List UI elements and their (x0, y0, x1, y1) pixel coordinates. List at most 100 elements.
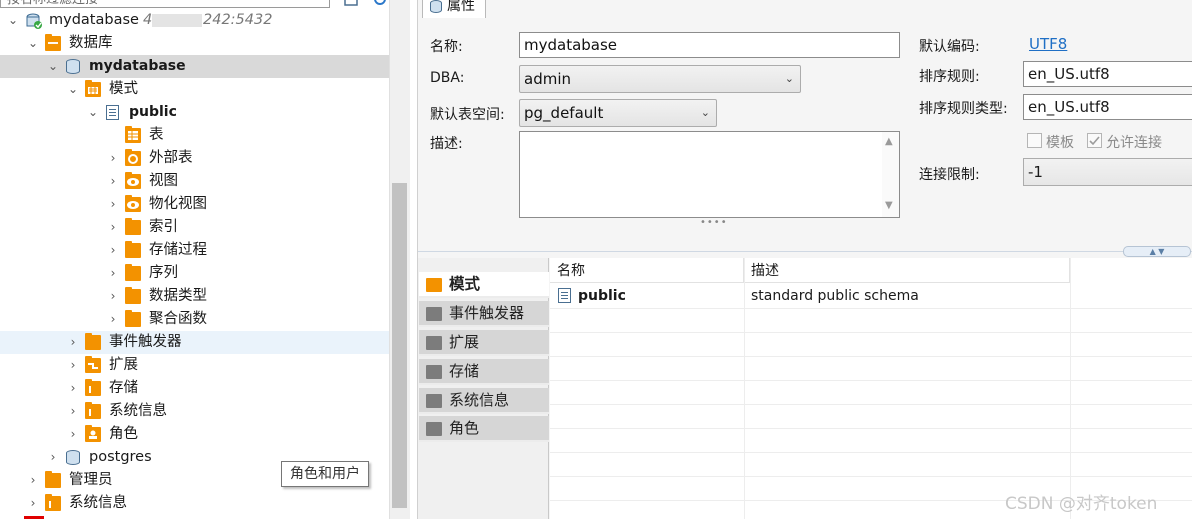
scroll-down-icon[interactable]: ▼ (885, 200, 893, 211)
tree-item-label: 物化视图 (149, 196, 207, 212)
database-editor: 属性 名称: mydatabase DBA: admin ⌄ 默认表空间: pg… (417, 0, 1192, 519)
encoding-link[interactable]: UTF8 (1029, 35, 1067, 53)
tree-item-roles[interactable]: › 角色 (0, 423, 389, 446)
tree-item-schemas[interactable]: ⌄ 模式 (0, 78, 389, 101)
panel-toggle-button[interactable]: ▲ ▼ (1123, 246, 1191, 257)
connection-icon (25, 13, 42, 29)
tree-item-label: 聚合函数 (149, 311, 207, 327)
tree-item-sequences[interactable]: › 序列 (0, 262, 389, 285)
dba-label: DBA: (430, 70, 465, 86)
info-icon (426, 394, 442, 408)
allow-connections-checkbox[interactable] (1087, 133, 1102, 148)
tree-item-aggregates[interactable]: › 聚合函数 (0, 308, 389, 331)
name-input[interactable]: mydatabase (519, 32, 900, 58)
tab-label: 角色 (449, 419, 480, 437)
chevron-right-icon[interactable]: › (66, 423, 80, 446)
chevron-down-icon[interactable]: ⌄ (6, 9, 20, 32)
tree-item-materialized-views[interactable]: › 物化视图 (0, 193, 389, 216)
tab-storage[interactable]: 存储 (419, 359, 549, 385)
tab-extensions[interactable]: 扩展 (419, 330, 549, 356)
view-folder-icon (125, 195, 141, 212)
column-header-name[interactable]: 名称 (550, 258, 744, 283)
description-textarea[interactable]: ▲ ▼ (519, 131, 900, 218)
chevron-right-icon[interactable]: › (26, 469, 40, 492)
schemas-table: 名称 描述 public standard public schema (550, 258, 1192, 519)
chevron-right-icon[interactable]: › (66, 377, 80, 400)
column-header-description[interactable]: 描述 (744, 258, 1070, 283)
chevron-right-icon[interactable]: › (66, 331, 80, 354)
tab-roles[interactable]: 角色 (419, 416, 549, 442)
tab-system-info[interactable]: 系统信息 (419, 388, 549, 414)
tab-properties[interactable]: 属性 (422, 0, 486, 18)
chevron-right-icon[interactable]: › (26, 492, 40, 515)
link-editor-icon[interactable] (373, 0, 387, 6)
tree-item-label: 表 (149, 127, 164, 143)
folder-icon (125, 218, 141, 235)
connection-filter-input[interactable]: 按名称过滤连接 (0, 0, 330, 8)
redacted-host (152, 14, 202, 27)
chevron-right-icon[interactable]: › (106, 147, 120, 170)
chevron-down-icon[interactable]: ⌄ (46, 55, 60, 78)
chevron-right-icon[interactable]: › (66, 354, 80, 377)
tree-item-system-info-root[interactable]: › 系统信息 (0, 492, 389, 515)
tree-item-label: 存储 (109, 380, 138, 396)
tree-item-connection[interactable]: ⌄ mydatabase 4 242:5432 (0, 9, 389, 32)
tree-item-views[interactable]: › 视图 (0, 170, 389, 193)
chevron-right-icon[interactable]: › (106, 170, 120, 193)
tree-item-storage[interactable]: › 存储 (0, 377, 389, 400)
chevron-down-icon[interactable]: ⌄ (26, 32, 40, 55)
database-navigator: 按名称过滤连接 ⌄ mydatabase 4 242:5432 ⌄ 数据库 ⌄ … (0, 0, 410, 519)
name-label: 名称: (430, 39, 463, 55)
chevron-down-icon[interactable]: ⌄ (66, 78, 80, 101)
chevron-right-icon[interactable]: › (106, 216, 120, 239)
schema-icon (558, 288, 571, 303)
chevron-right-icon[interactable]: › (106, 193, 120, 216)
template-checkbox[interactable] (1027, 133, 1042, 148)
tree-item-label: postgres (89, 449, 152, 465)
tree-item-event-triggers[interactable]: › 事件触发器 (0, 331, 389, 354)
tree-item-label: 视图 (149, 173, 178, 189)
table-row[interactable]: public standard public schema (550, 285, 1192, 308)
tree-item-foreign-tables[interactable]: › 外部表 (0, 147, 389, 170)
tree-item-data-types[interactable]: › 数据类型 (0, 285, 389, 308)
tree-item-databases[interactable]: ⌄ 数据库 (0, 32, 389, 55)
tab-event-triggers[interactable]: 事件触发器 (419, 301, 549, 327)
collapse-all-icon[interactable] (344, 0, 358, 6)
tree-item-indexes[interactable]: › 索引 (0, 216, 389, 239)
navigator-scroll-thumb[interactable] (392, 183, 407, 508)
tree-item-tables[interactable]: 表 (0, 124, 389, 147)
chevron-right-icon[interactable]: › (106, 308, 120, 331)
tablespace-value: pg_default (524, 104, 604, 122)
tree-item-mydatabase[interactable]: ⌄ mydatabase (0, 55, 389, 78)
connection-limit-spinner[interactable]: -1 (1023, 158, 1192, 186)
tab-schemas[interactable]: 模式 (419, 272, 549, 298)
tree-item-extensions[interactable]: › 扩展 (0, 354, 389, 377)
tablespace-select[interactable]: pg_default ⌄ (519, 99, 717, 127)
ctype-input[interactable]: en_US.utf8 (1023, 94, 1192, 120)
foreign-table-folder-icon (125, 149, 141, 166)
chevron-right-icon[interactable]: › (66, 400, 80, 423)
tree-item-system-info[interactable]: › 系统信息 (0, 400, 389, 423)
description-label: 描述: (430, 136, 463, 152)
schema-folder-icon (426, 278, 442, 292)
tree-item-public[interactable]: ⌄ public (0, 101, 389, 124)
chevron-down-icon: ⌄ (784, 72, 794, 85)
extension-folder-icon (85, 356, 101, 373)
description-scrollbar[interactable]: ▲ ▼ (882, 132, 899, 217)
tab-label: 扩展 (449, 333, 480, 351)
database-icon (430, 0, 442, 13)
chevron-right-icon[interactable]: › (106, 239, 120, 262)
chevron-down-icon[interactable]: ⌄ (86, 101, 100, 124)
scroll-up-icon[interactable]: ▲ (885, 136, 893, 147)
tree-item-procedures[interactable]: › 存储过程 (0, 239, 389, 262)
cell-name: public (578, 288, 626, 304)
chevron-right-icon[interactable]: › (106, 262, 120, 285)
encoding-label: 默认编码: (919, 39, 980, 55)
chevron-right-icon[interactable]: › (46, 446, 60, 469)
database-icon (66, 450, 80, 465)
table-folder-icon (125, 126, 141, 143)
collation-input[interactable]: en_US.utf8 (1023, 61, 1192, 87)
resize-grip-icon[interactable]: •••• (700, 217, 727, 228)
dba-select[interactable]: admin ⌄ (519, 65, 801, 93)
chevron-right-icon[interactable]: › (106, 285, 120, 308)
